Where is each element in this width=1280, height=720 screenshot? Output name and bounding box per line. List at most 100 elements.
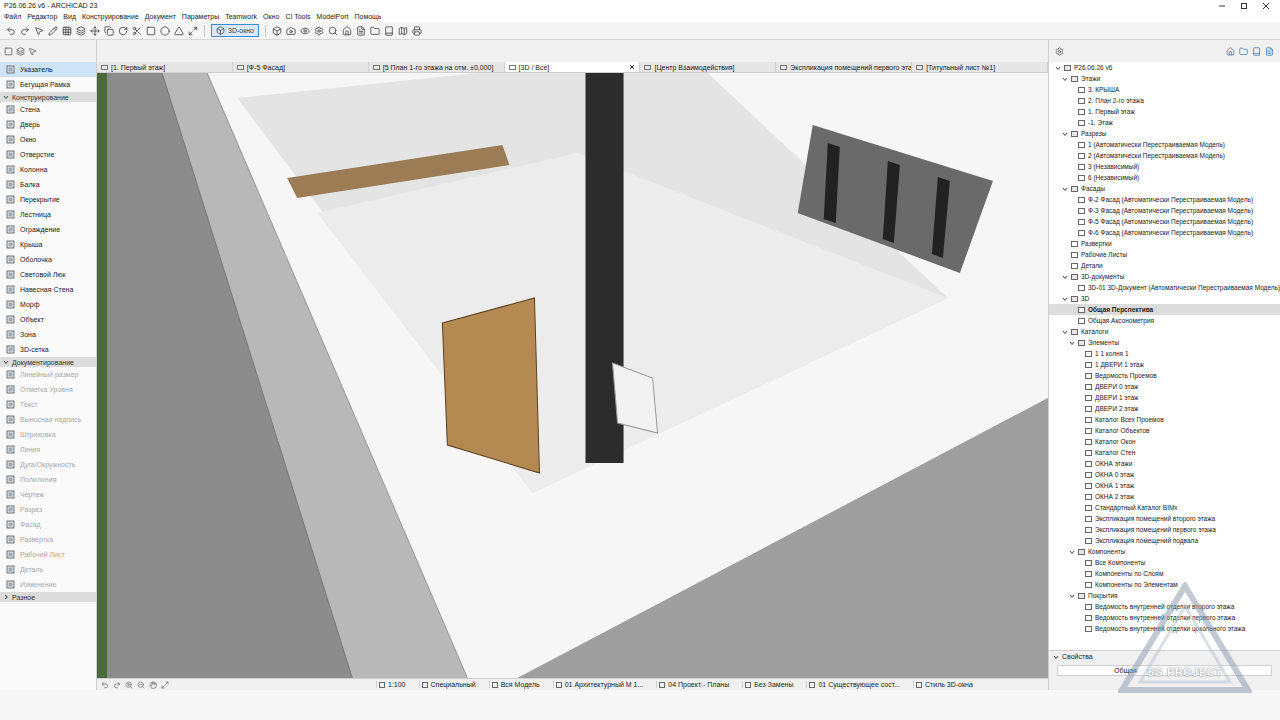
tree-expander[interactable] xyxy=(1062,131,1068,137)
menu-item[interactable]: Teamwork xyxy=(225,13,257,20)
close-icon[interactable] xyxy=(1262,2,1270,10)
toolbox-section-header[interactable]: Конструирование xyxy=(0,92,96,102)
toolbar-tool-icon[interactable] xyxy=(188,26,198,36)
tool-item[interactable]: Навесная Стена xyxy=(0,282,96,297)
tree-item[interactable]: ОКНА этажи xyxy=(1049,458,1280,469)
fit-icon[interactable] xyxy=(161,681,169,689)
menu-item[interactable]: ModelPort xyxy=(317,13,349,20)
tree-item[interactable]: Экспликация помещений подвала xyxy=(1049,535,1280,546)
tree-item[interactable]: Ведомость Проемов xyxy=(1049,370,1280,381)
tree-item[interactable]: -1. Этаж xyxy=(1049,117,1280,128)
tool-item[interactable]: Световой Люк xyxy=(0,267,96,282)
tool-item[interactable]: Зона xyxy=(0,327,96,342)
undo-icon[interactable] xyxy=(101,681,109,689)
tree-item[interactable]: Этажи xyxy=(1049,73,1280,84)
maximize-icon[interactable] xyxy=(1240,2,1248,10)
tool-item[interactable]: Объект xyxy=(0,312,96,327)
tool-item[interactable]: Фасад xyxy=(0,517,96,532)
tree-item[interactable]: 1 (Автоматически Перестраиваемая Модель) xyxy=(1049,139,1280,150)
view-tab[interactable]: Экспликация помещений первого эта xyxy=(776,62,912,72)
chevron-down-icon[interactable] xyxy=(1062,76,1068,82)
tool-item[interactable]: Линейный размер xyxy=(0,367,96,382)
tree-item[interactable]: 1. Первый этаж xyxy=(1049,106,1280,117)
chevron-down-icon[interactable] xyxy=(1053,654,1059,660)
tree-expander[interactable] xyxy=(1062,76,1068,82)
status-item[interactable]: Специальный xyxy=(419,681,484,688)
tool-item[interactable]: Разрез xyxy=(0,502,96,517)
chevron-down-icon[interactable] xyxy=(1062,186,1068,192)
properties-header[interactable]: Свойства xyxy=(1049,651,1280,662)
tool-item[interactable]: Балка xyxy=(0,177,96,192)
menu-item[interactable]: Помощь xyxy=(354,13,381,20)
toolbar-tool-icon[interactable] xyxy=(174,26,184,36)
tree-item[interactable]: 2 (Автоматически Перестраиваемая Модель) xyxy=(1049,150,1280,161)
tool-item[interactable]: Текст xyxy=(0,397,96,412)
project-map-icon[interactable] xyxy=(1226,47,1235,56)
tree-item[interactable]: 3 (Независимый) xyxy=(1049,161,1280,172)
status-item[interactable]: 01 Архитектурный М 1... xyxy=(553,681,652,688)
chevron-down-icon[interactable] xyxy=(1055,65,1061,71)
toolbar-tool-icon[interactable] xyxy=(146,26,156,36)
tool-item[interactable]: Крыша xyxy=(0,237,96,252)
tool-item[interactable]: Изменение xyxy=(0,577,96,592)
tool-item[interactable]: Чертеж xyxy=(0,487,96,502)
toolbar-tool-icon[interactable] xyxy=(342,26,352,36)
menu-item[interactable]: CI Tools xyxy=(285,13,310,20)
tool-item[interactable]: Полилиния xyxy=(0,472,96,487)
toolbar-tool-icon[interactable] xyxy=(398,26,408,36)
view-map-icon[interactable] xyxy=(1239,47,1248,56)
tool-item[interactable]: Отметка Уровня xyxy=(0,382,96,397)
3d-viewport[interactable] xyxy=(97,73,1048,678)
tool-item[interactable]: Колонна xyxy=(0,162,96,177)
tree-item[interactable]: ОКНА 2 этаж xyxy=(1049,491,1280,502)
tree-expander[interactable] xyxy=(1069,593,1075,599)
toolbar-tool-icon[interactable] xyxy=(48,26,58,36)
tool-item[interactable]: Оболочка xyxy=(0,252,96,267)
tool-item[interactable]: Дуга/Окружность xyxy=(0,457,96,472)
tree-item[interactable]: Общая Аксонометрия xyxy=(1049,315,1280,326)
tool-item[interactable]: Морф xyxy=(0,297,96,312)
tool-item[interactable]: Дверь xyxy=(0,117,96,132)
layer-icon[interactable] xyxy=(4,47,13,56)
layout-book-icon[interactable] xyxy=(1252,47,1261,56)
view-tab[interactable]: [3D / Все] xyxy=(505,62,641,72)
tree-item[interactable]: 3D-документы xyxy=(1049,271,1280,282)
tree-expander[interactable] xyxy=(1062,274,1068,280)
tree-item[interactable]: Стандартный Каталог BIMx xyxy=(1049,502,1280,513)
tool-item[interactable]: Ограждение xyxy=(0,222,96,237)
tree-item[interactable]: Компоненты по Элементам xyxy=(1049,579,1280,590)
tool-item[interactable]: Отверстие xyxy=(0,147,96,162)
tree-item[interactable]: 6 (Независимый) xyxy=(1049,172,1280,183)
menu-item[interactable]: Параметры xyxy=(182,13,219,20)
menu-item[interactable]: Вид xyxy=(63,13,76,20)
toolbar-tool-icon[interactable] xyxy=(370,26,380,36)
toolbox-section-header[interactable]: Документирование xyxy=(0,357,96,367)
toolbar-tool-icon[interactable] xyxy=(328,26,338,36)
tree-expander[interactable] xyxy=(1055,65,1061,71)
tool-item[interactable]: 3D-сетка xyxy=(0,342,96,357)
tree-item[interactable]: Рабочие Листы xyxy=(1049,249,1280,260)
tool-item[interactable]: Рабочий Лист xyxy=(0,547,96,562)
tree-item[interactable]: Покрытия xyxy=(1049,590,1280,601)
tree-item[interactable]: ОКНА 1 этаж xyxy=(1049,480,1280,491)
tree-item[interactable]: 3. КРЫША xyxy=(1049,84,1280,95)
toolbar-tool-icon[interactable] xyxy=(132,26,142,36)
tree-item[interactable]: Элементы xyxy=(1049,337,1280,348)
chevron-right-icon[interactable] xyxy=(3,594,9,600)
chevron-down-icon[interactable] xyxy=(3,359,9,365)
layers-icon[interactable] xyxy=(16,47,25,56)
tree-item[interactable]: Каталог Объектов xyxy=(1049,425,1280,436)
tree-item[interactable]: 3D-01 3D-Документ (Автоматически Перестр… xyxy=(1049,282,1280,293)
chevron-down-icon[interactable] xyxy=(1062,296,1068,302)
toolbar-tool-icon[interactable] xyxy=(272,26,282,36)
chevron-down-icon[interactable] xyxy=(1069,549,1075,555)
status-item[interactable]: Без Замены xyxy=(742,681,801,688)
tree-item[interactable]: Каталог Всех Проемов xyxy=(1049,414,1280,425)
tool-item[interactable]: Деталь xyxy=(0,562,96,577)
tree-expander[interactable] xyxy=(1062,329,1068,335)
tool-item[interactable]: Указатель xyxy=(0,62,96,77)
tree-item[interactable]: Экспликация помещений второго этажа xyxy=(1049,513,1280,524)
tool-item[interactable]: Стена xyxy=(0,102,96,117)
status-item[interactable]: Стиль 3D-окна xyxy=(913,681,981,688)
tool-item[interactable]: Перекрытие xyxy=(0,192,96,207)
